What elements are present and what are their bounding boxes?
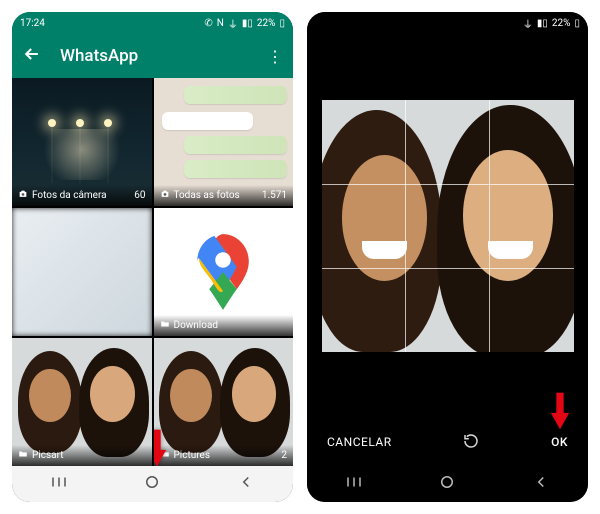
battery-icon: ▯ xyxy=(574,18,580,29)
crop-grid-line xyxy=(489,100,490,352)
battery-text: 22% xyxy=(257,18,276,29)
cancel-button[interactable]: CANCELAR xyxy=(327,435,392,449)
crop-stage xyxy=(307,34,588,418)
crop-grid-line xyxy=(322,184,574,185)
ok-button[interactable]: OK xyxy=(551,435,568,449)
wifi-icon: ⏚ xyxy=(228,16,238,31)
nav-back-icon[interactable] xyxy=(237,473,255,495)
album-label: Pictures xyxy=(174,450,211,461)
nav-home-icon[interactable] xyxy=(438,473,456,495)
left-phone-gallery: 17:24 ✆ N ⏚ ▮▯ 22% ▯ WhatsApp ⋮ xyxy=(12,12,293,502)
album-blurred[interactable] xyxy=(12,208,152,336)
battery-icon: ▯ xyxy=(279,18,285,29)
more-icon[interactable]: ⋮ xyxy=(267,47,283,66)
nav-home-icon[interactable] xyxy=(143,473,161,495)
camera-icon xyxy=(160,189,170,202)
crop-handle-bl[interactable] xyxy=(322,336,338,352)
nfc-icon: N xyxy=(217,18,224,29)
nav-recent-icon[interactable] xyxy=(50,473,68,495)
phone-icon: ✆ xyxy=(204,18,212,29)
wifi-icon: ⏚ xyxy=(523,16,533,31)
thumbnail-blurred xyxy=(12,208,152,336)
album-download[interactable]: Download xyxy=(154,208,294,336)
album-label: Todas as fotos xyxy=(174,190,240,201)
app-bar: WhatsApp ⋮ xyxy=(12,34,293,78)
status-bar: ⏚ ▮▯ 22% ▯ xyxy=(307,12,588,34)
folder-icon xyxy=(18,449,28,462)
crop-handle-br[interactable] xyxy=(558,336,574,352)
album-camera-photos[interactable]: Fotos da câmera 60 xyxy=(12,78,152,206)
crop-box[interactable] xyxy=(322,100,574,352)
album-picsart[interactable]: Picsart xyxy=(12,338,152,466)
back-icon[interactable] xyxy=(22,44,42,68)
album-all-photos[interactable]: Todas as fotos 1.571 xyxy=(154,78,294,206)
album-count: 1.571 xyxy=(262,190,287,201)
signal-icon: ▮▯ xyxy=(537,18,548,29)
nav-recent-icon[interactable] xyxy=(345,473,363,495)
app-title: WhatsApp xyxy=(60,46,249,66)
album-pictures[interactable]: Pictures 2 xyxy=(154,338,294,466)
album-count: 2 xyxy=(281,450,287,461)
editor-action-bar: CANCELAR OK xyxy=(307,418,588,466)
right-phone-crop-editor: ⏚ ▮▯ 22% ▯ xyxy=(307,12,588,502)
status-right: ✆ N ⏚ ▮▯ 22% ▯ xyxy=(204,16,285,31)
album-count: 60 xyxy=(134,190,145,201)
album-grid: Fotos da câmera 60 Todas as fotos 1.571 xyxy=(12,78,293,466)
rotate-icon[interactable] xyxy=(462,432,480,453)
nav-back-icon[interactable] xyxy=(532,473,550,495)
folder-icon xyxy=(160,319,170,332)
android-nav-bar xyxy=(12,466,293,502)
crop-handle-tl[interactable] xyxy=(322,100,338,116)
red-arrow-annotation-right xyxy=(549,391,571,431)
red-arrow-annotation-left xyxy=(154,428,168,466)
signal-icon: ▮▯ xyxy=(242,18,253,29)
camera-icon xyxy=(18,189,28,202)
android-nav-bar xyxy=(307,466,588,502)
crop-handle-tr[interactable] xyxy=(558,100,574,116)
status-time: 17:24 xyxy=(20,18,45,29)
crop-grid-line xyxy=(322,268,574,269)
album-label: Fotos da câmera xyxy=(32,190,107,201)
status-right: ⏚ ▮▯ 22% ▯ xyxy=(523,16,580,31)
crop-grid-line xyxy=(405,100,406,352)
album-label: Picsart xyxy=(32,450,63,461)
album-label: Download xyxy=(174,320,219,331)
status-bar: 17:24 ✆ N ⏚ ▮▯ 22% ▯ xyxy=(12,12,293,34)
battery-text: 22% xyxy=(552,18,571,29)
